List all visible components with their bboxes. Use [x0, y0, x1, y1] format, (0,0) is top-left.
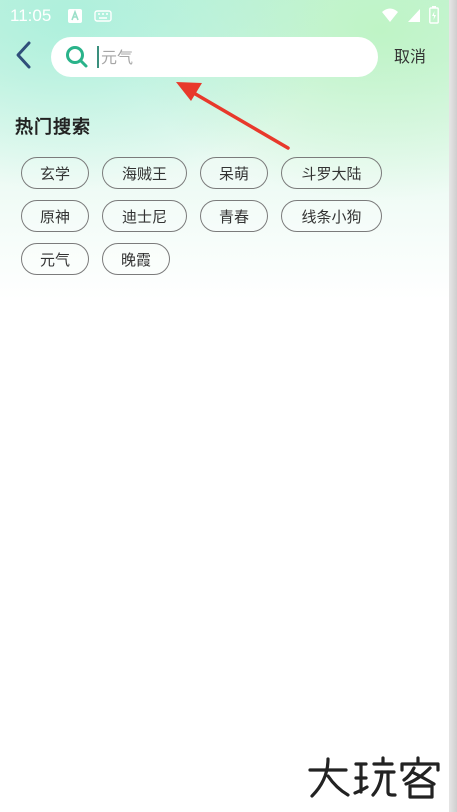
- screen-edge: [449, 0, 457, 812]
- font-a-icon: [67, 8, 83, 28]
- tag-row: 玄学 海贼王 呆萌 斗罗大陆: [21, 157, 421, 189]
- tag-row: 元气 晚霞: [21, 243, 421, 275]
- hot-tag[interactable]: 青春: [200, 200, 268, 232]
- screen: 11:05 元气 取消 热门搜索 玄学 海贼王 呆萌 斗罗大陆 原神 迪士尼 青…: [0, 0, 457, 812]
- chevron-left-icon: [14, 40, 34, 74]
- status-bar: 11:05: [0, 0, 449, 32]
- search-input[interactable]: [99, 42, 321, 72]
- keyboard-icon: [94, 8, 112, 28]
- hot-search-tags: 玄学 海贼王 呆萌 斗罗大陆 原神 迪士尼 青春 线条小狗 元气 晚霞: [21, 157, 421, 286]
- status-right-icons: [381, 6, 439, 28]
- cancel-button[interactable]: 取消: [386, 44, 434, 70]
- hot-tag[interactable]: 玄学: [21, 157, 89, 189]
- hot-tag[interactable]: 呆萌: [200, 157, 268, 189]
- back-button[interactable]: [10, 40, 38, 74]
- search-icon: [65, 45, 89, 69]
- signal-icon: [407, 7, 421, 27]
- battery-icon: [429, 6, 439, 28]
- hot-tag[interactable]: 晚霞: [102, 243, 170, 275]
- watermark-logo: [306, 754, 446, 804]
- hot-tag[interactable]: 斗罗大陆: [281, 157, 382, 189]
- hot-search-title: 热门搜索: [15, 117, 91, 138]
- status-time: 11:05: [10, 6, 52, 25]
- red-arrow-icon: [170, 75, 295, 159]
- hot-tag[interactable]: 海贼王: [102, 157, 187, 189]
- tag-row: 原神 迪士尼 青春 线条小狗: [21, 200, 421, 232]
- hot-tag[interactable]: 线条小狗: [281, 200, 382, 232]
- search-box[interactable]: [51, 37, 378, 77]
- hot-tag[interactable]: 元气: [21, 243, 89, 275]
- wifi-icon: [381, 7, 399, 27]
- hot-tag[interactable]: 迪士尼: [102, 200, 187, 232]
- hot-tag[interactable]: 原神: [21, 200, 89, 232]
